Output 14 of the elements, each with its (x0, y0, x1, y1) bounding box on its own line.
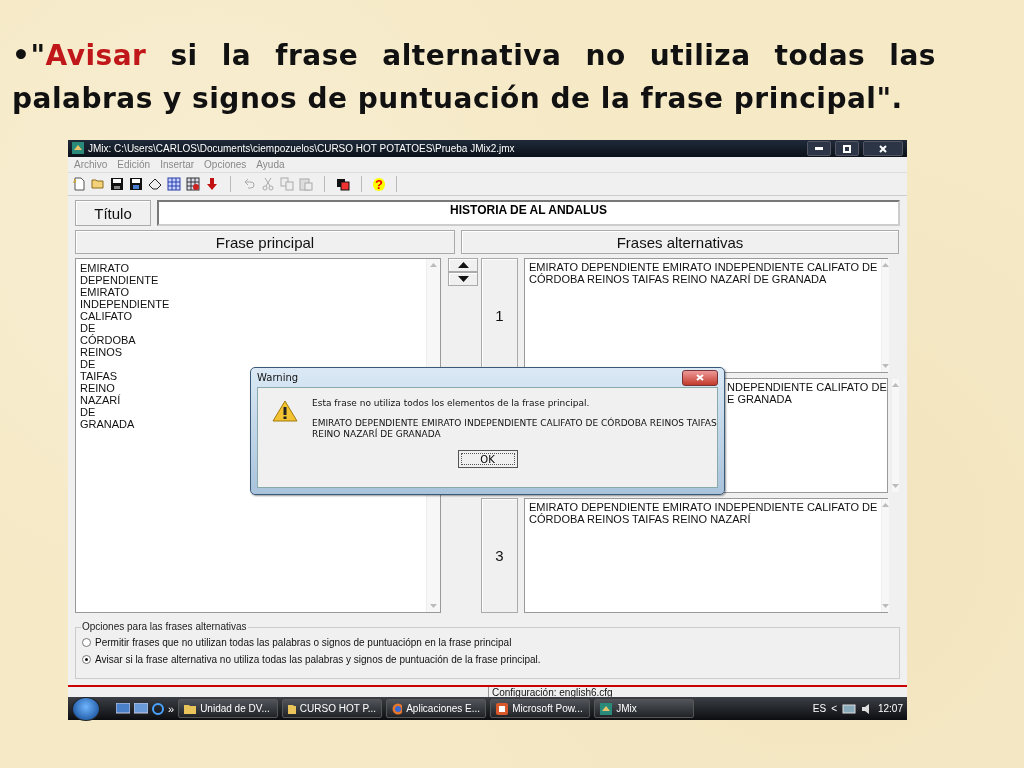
option-label: Permitir frases que no utilizan todas las palabras o signos de puntuaciópn en la frase principal (95, 637, 512, 648)
word-list: EMIRATO DEPENDIENTE EMIRATO INDEPENDIENTE CALIFATO DE CÓRDOBA REINOS DE TAIFAS REINO NAZARÍ DE GRANADA (76, 259, 174, 433)
group-legend: Opciones para las frases alternativas (81, 621, 248, 632)
heading-text: •"Avisar si la frase alternativa no utiliza todas las palabras y signos de puntuación de la frase principal". (11, 38, 937, 117)
alternative-text: EMIRATO DEPENDIENTE EMIRATO INDEPENDIENTE CALIFATO DE CÓRDOBA REINOS TAIFAS REINO NAZARÍ (528, 500, 879, 527)
dialog-detail: EMIRATO DEPENDIENTE EMIRATO INDEPENDIENTE CALIFATO DE CÓRDOBA REINOS TAIFAS REINO NAZARÍ DE GRANADA (312, 418, 717, 440)
clock: 12:07 (877, 703, 903, 714)
dialog-message: Esta frase no utiliza todos los elementos de la frase principal. (312, 398, 591, 408)
language-indicator: ES (812, 703, 827, 714)
alternative-text: NDEPENDIENTE CALIFATO DE E GRANADA (726, 380, 888, 407)
option-label: Avisar si la frase alternativa no utiliza todas las palabras y signos de puntuación de la frase principal. (95, 654, 541, 665)
dialog-title: Warning (257, 372, 300, 383)
window-title: JMix: C:\Users\CARLOS\Documents\ciempozuelos\CURSO HOT POTATOES\Prueba JMix2.jmx (88, 143, 516, 154)
alternative-text: EMIRATO DEPENDIENTE EMIRATO INDEPENDIENTE CALIFATO DE CÓRDOBA REINOS TAIFAS REINO NAZARÍ DE GRANADA (528, 260, 879, 287)
